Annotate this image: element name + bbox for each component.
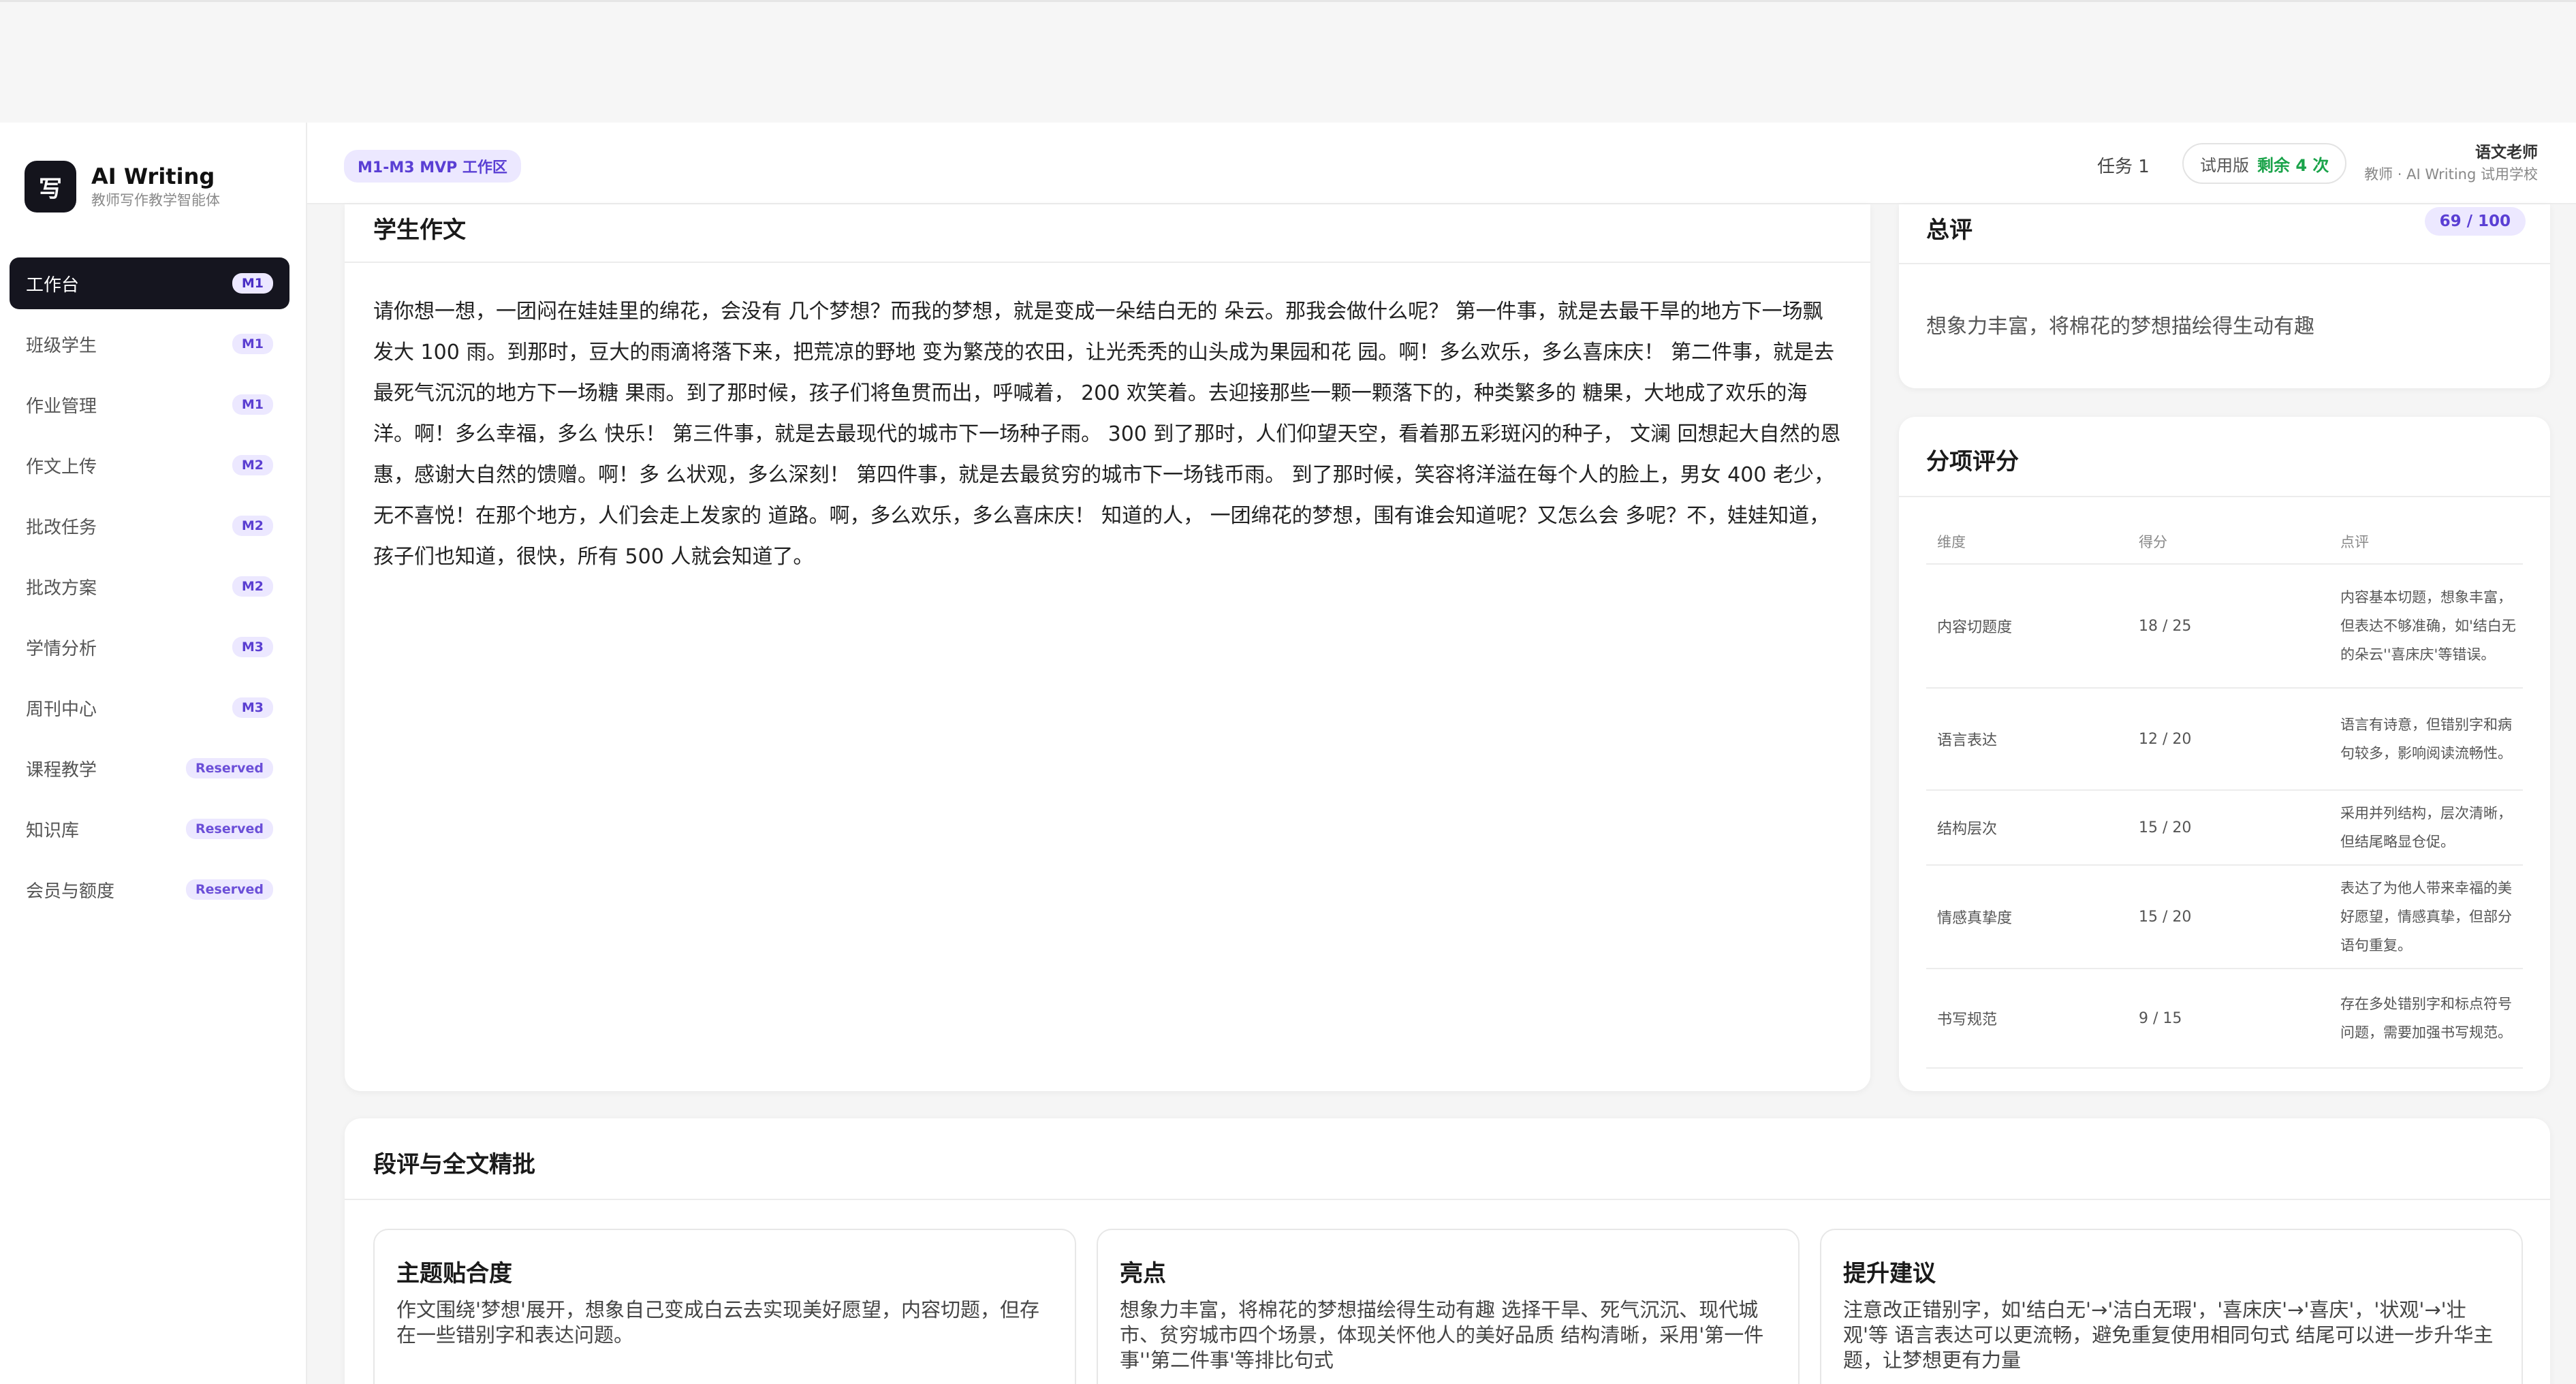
- score-cell: 15 / 20: [2128, 865, 2329, 969]
- sidebar-item-label: 知识库: [26, 820, 80, 841]
- column-header-dimension: 维度: [1926, 519, 2128, 565]
- user-role: 教师 · AI Writing 试用学校: [2364, 166, 2538, 183]
- table-header-row: 维度 得分 点评: [1926, 519, 2523, 565]
- sidebar-item-label: 工作台: [26, 274, 80, 296]
- sidebar-item-label: 学情分析: [26, 638, 97, 659]
- total-score-badge: 69 / 100: [2424, 207, 2526, 236]
- trial-label: 试用版: [2200, 155, 2249, 175]
- comment-cell: 表达了为他人带来幸福的美好愿望，情感真挚，但部分语句重复。: [2329, 865, 2523, 969]
- browser-top-band: [0, 0, 2576, 123]
- review-title: 段评与全文精批: [373, 1151, 535, 1178]
- review-box-highlights: 亮点 想象力丰富，将棉花的梦想描绘得生动有趣 选择干旱、死气沉沉、现代城市、贫穷…: [1097, 1229, 1800, 1384]
- summary-text: 想象力丰富，将棉花的梦想描绘得生动有趣: [1926, 315, 2314, 339]
- review-box-topic-fit: 主题贴合度 作文围绕'梦想'展开，想象自己变成白云去实现美好愿望，内容切题，但存…: [373, 1229, 1076, 1384]
- user-name: 语文老师: [2475, 144, 2538, 161]
- table-row: 语言表达 12 / 20 语言有诗意，但错别字和病句较多，影响阅读流畅性。: [1926, 688, 2523, 791]
- essay-text: 请你想一想，一团闷在娃娃里的绵花，会没有 几个梦想？而我的梦想，就是变成一朵结白…: [373, 300, 1841, 569]
- sidebar: 写 AI Writing 教师写作教学智能体 工作台 M1 班级学生 M1 作业…: [0, 123, 307, 1384]
- divider: [345, 262, 1870, 263]
- sidebar-item-label: 周刊中心: [26, 699, 97, 720]
- review-box-title: 提升建议: [1843, 1260, 1936, 1287]
- score-cell: 15 / 20: [2128, 790, 2329, 866]
- score-cell: 12 / 20: [2128, 688, 2329, 791]
- milestone-badge: M3: [232, 697, 273, 718]
- dimension-cell: 结构层次: [1926, 790, 2128, 866]
- sidebar-item-knowledge-base[interactable]: 知识库 Reserved: [10, 803, 289, 855]
- dimension-cell: 语言表达: [1926, 688, 2128, 791]
- milestone-badge: M2: [232, 576, 273, 597]
- reserved-badge: Reserved: [186, 758, 273, 778]
- trial-remaining: 剩余 4 次: [2257, 155, 2329, 175]
- trial-status-pill[interactable]: 试用版 剩余 4 次: [2182, 143, 2347, 184]
- sidebar-item-course-teaching[interactable]: 课程教学 Reserved: [10, 742, 289, 794]
- task-indicator[interactable]: 任务 1: [2097, 153, 2150, 178]
- reserved-badge: Reserved: [186, 879, 273, 900]
- milestone-badge: M3: [232, 637, 273, 657]
- table-row: 情感真挚度 15 / 20 表达了为他人带来幸福的美好愿望，情感真挚，但部分语句…: [1926, 865, 2523, 969]
- sidebar-item-grading-plans[interactable]: 批改方案 M2: [10, 561, 289, 612]
- sidebar-item-label: 班级学生: [26, 335, 97, 356]
- sidebar-item-class-students[interactable]: 班级学生 M1: [10, 318, 289, 370]
- score-cell: 18 / 25: [2128, 564, 2329, 689]
- essay-title: 学生作文: [373, 217, 466, 244]
- top-header: M1-M3 MVP 工作区 任务 1 试用版 剩余 4 次 语文老师 教师 · …: [307, 123, 2576, 204]
- review-card: 段评与全文精批 主题贴合度 作文围绕'梦想'展开，想象自己变成白云去实现美好愿望…: [345, 1118, 2550, 1384]
- brand-title: AI Writing: [91, 163, 215, 189]
- sub-scores-table: 维度 得分 点评 内容切题度 18 / 25 内容基本切题，想象丰富，但表达不够…: [1926, 519, 2523, 1069]
- sidebar-item-label: 作业管理: [26, 396, 97, 417]
- review-box-text: 作文围绕'梦想'展开，想象自己变成白云去实现美好愿望，内容切题，但存在一些错别字…: [396, 1298, 1039, 1347]
- review-box-title: 主题贴合度: [396, 1260, 512, 1287]
- brand-logo-icon: 写: [25, 161, 76, 213]
- divider: [1899, 263, 2550, 264]
- sidebar-item-label: 课程教学: [26, 759, 97, 781]
- sidebar-item-label: 批改任务: [26, 517, 97, 538]
- comment-cell: 采用并列结构，层次清晰，但结尾略显仓促。: [2329, 790, 2523, 866]
- table-row: 书写规范 9 / 15 存在多处错别字和标点符号问题，需要加强书写规范。: [1926, 969, 2523, 1069]
- sidebar-item-label: 批改方案: [26, 578, 97, 599]
- dimension-cell: 情感真挚度: [1926, 865, 2128, 969]
- comment-cell: 语言有诗意，但错别字和病句较多，影响阅读流畅性。: [2329, 688, 2523, 791]
- table-row: 结构层次 15 / 20 采用并列结构，层次清晰，但结尾略显仓促。: [1926, 790, 2523, 866]
- sidebar-item-weekly-center[interactable]: 周刊中心 M3: [10, 682, 289, 734]
- sidebar-item-assignments[interactable]: 作业管理 M1: [10, 379, 289, 430]
- brand-subtitle: 教师写作教学智能体: [91, 192, 220, 208]
- milestone-badge: M1: [232, 334, 273, 354]
- dimension-cell: 内容切题度: [1926, 564, 2128, 689]
- column-header-comment: 点评: [2329, 519, 2523, 565]
- review-box-text: 注意改正错别字，如'结白无'→'洁白无瑕'，'喜床庆'→'喜庆'，'状观'→'壮…: [1843, 1298, 2494, 1372]
- score-cell: 9 / 15: [2128, 969, 2329, 1069]
- sidebar-item-label: 会员与额度: [26, 881, 115, 902]
- milestone-badge: M1: [232, 394, 273, 415]
- sidebar-item-learning-analysis[interactable]: 学情分析 M3: [10, 621, 289, 673]
- sidebar-item-membership-quota[interactable]: 会员与额度 Reserved: [10, 864, 289, 915]
- essay-card: 学生作文 请你想一想，一团闷在娃娃里的绵花，会没有 几个梦想？而我的梦想，就是变…: [345, 204, 1870, 1091]
- user-info[interactable]: 语文老师 教师 · AI Writing 试用学校: [2364, 142, 2538, 185]
- sub-scores-title: 分项评分: [1926, 448, 2019, 475]
- milestone-badge: M1: [232, 273, 273, 294]
- milestone-badge: M2: [232, 516, 273, 536]
- sidebar-item-grading-tasks[interactable]: 批改任务 M2: [10, 500, 289, 552]
- review-box-text: 想象力丰富，将棉花的梦想描绘得生动有趣 选择干旱、死气沉沉、现代城市、贫穷城市四…: [1120, 1298, 1764, 1372]
- brand: 写 AI Writing 教师写作教学智能体: [25, 161, 220, 213]
- review-box-suggestions: 提升建议 注意改正错别字，如'结白无'→'洁白无瑕'，'喜床庆'→'喜庆'，'状…: [1820, 1229, 2523, 1384]
- summary-card: 总评 69 / 100 想象力丰富，将棉花的梦想描绘得生动有趣: [1899, 204, 2550, 388]
- comment-cell: 存在多处错别字和标点符号问题，需要加强书写规范。: [2329, 969, 2523, 1069]
- comment-cell: 内容基本切题，想象丰富，但表达不够准确，如'结白无的朵云''喜床庆'等错误。: [2329, 564, 2523, 689]
- dimension-cell: 书写规范: [1926, 969, 2128, 1069]
- reserved-badge: Reserved: [186, 819, 273, 839]
- summary-title: 总评: [1926, 217, 1973, 244]
- divider: [1899, 496, 2550, 497]
- column-header-score: 得分: [2128, 519, 2329, 565]
- table-row: 内容切题度 18 / 25 内容基本切题，想象丰富，但表达不够准确，如'结白无的…: [1926, 564, 2523, 689]
- milestone-badge: M2: [232, 455, 273, 475]
- sidebar-item-workbench[interactable]: 工作台 M1: [10, 257, 289, 309]
- sub-scores-card: 分项评分 维度 得分 点评 内容切题度 18 / 25 内容基本切题，想象丰富，…: [1899, 417, 2550, 1091]
- sidebar-nav: 工作台 M1 班级学生 M1 作业管理 M1 作文上传 M2 批改任务 M2 批…: [10, 257, 289, 924]
- divider: [345, 1199, 2550, 1200]
- workspace-tag: M1-M3 MVP 工作区: [344, 150, 521, 183]
- sidebar-item-label: 作文上传: [26, 456, 97, 477]
- sidebar-item-essay-upload[interactable]: 作文上传 M2: [10, 439, 289, 491]
- review-box-title: 亮点: [1120, 1260, 1166, 1287]
